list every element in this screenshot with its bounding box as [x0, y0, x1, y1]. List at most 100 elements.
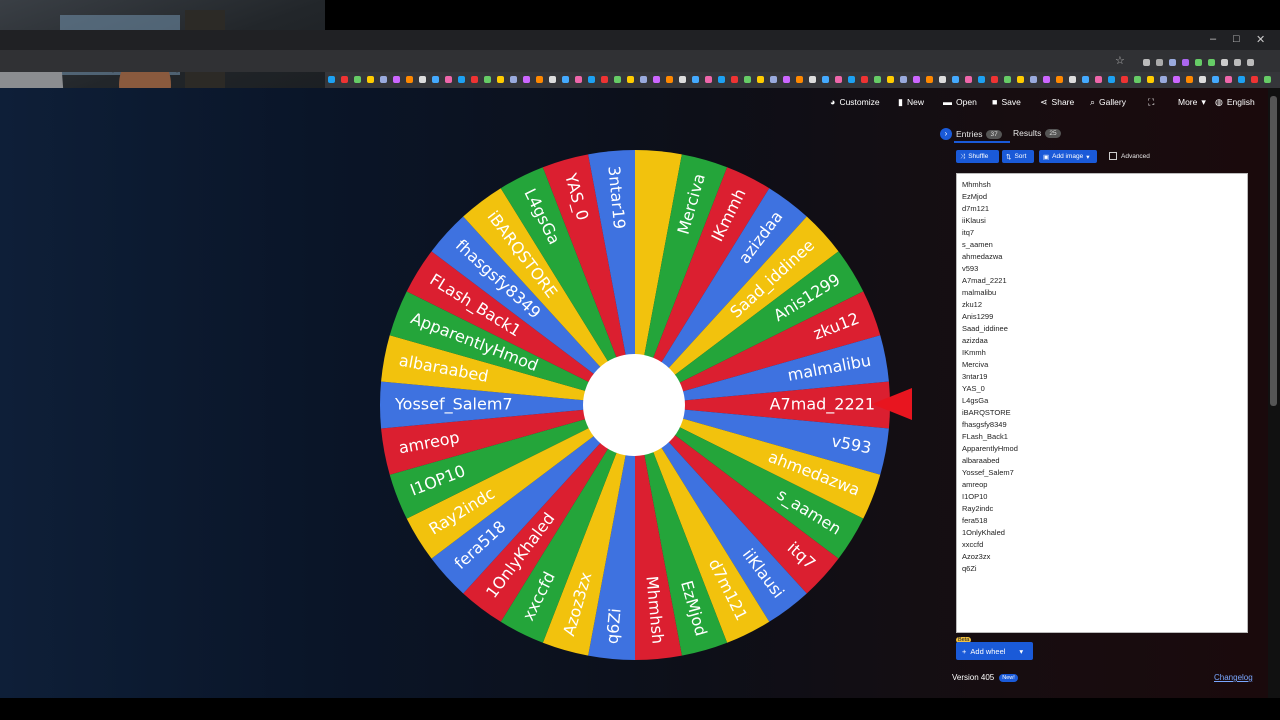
- page-scrollbar-thumb[interactable]: [1270, 96, 1277, 406]
- chevron-right-icon[interactable]: ›: [940, 128, 952, 140]
- minimize-icon[interactable]: –: [1210, 33, 1216, 45]
- bookmark-icon[interactable]: [614, 76, 621, 83]
- bookmark-icon[interactable]: [1186, 76, 1193, 83]
- bookmark-icon[interactable]: [1199, 76, 1206, 83]
- bookmark-icon[interactable]: [991, 76, 998, 83]
- bookmark-icon[interactable]: [653, 76, 660, 83]
- bookmark-icon[interactable]: [510, 76, 517, 83]
- checkbox-box[interactable]: [1109, 152, 1117, 160]
- new-button[interactable]: ▮ New: [898, 92, 924, 112]
- bookmark-icon[interactable]: [796, 76, 803, 83]
- bookmark-icon[interactable]: [705, 76, 712, 83]
- bookmark-icon[interactable]: [575, 76, 582, 83]
- bookmark-icon[interactable]: [926, 76, 933, 83]
- bookmark-icon[interactable]: [1173, 76, 1180, 83]
- add-wheel-button[interactable]: + Add wheel ▾: [956, 642, 1033, 660]
- bookmark-icon[interactable]: [1004, 76, 1011, 83]
- bookmark-icon[interactable]: [874, 76, 881, 83]
- bookmark-icon[interactable]: [835, 76, 842, 83]
- bookmark-icon[interactable]: [588, 76, 595, 83]
- bookmark-icon[interactable]: [978, 76, 985, 83]
- bookmark-icon[interactable]: [718, 76, 725, 83]
- bookmark-icon[interactable]: [913, 76, 920, 83]
- bookmark-icon[interactable]: [861, 76, 868, 83]
- bookmark-icon[interactable]: [380, 76, 387, 83]
- bookmark-icon[interactable]: [1082, 76, 1089, 83]
- tab-entries[interactable]: › Entries 37: [940, 128, 1002, 140]
- bookmark-icon[interactable]: [471, 76, 478, 83]
- bookmark-icon[interactable]: [627, 76, 634, 83]
- spin-wheel[interactable]: A7mad_2221v593ahmedazwas_aamenitq7iiKlau…: [380, 150, 890, 660]
- bookmark-icon[interactable]: [445, 76, 452, 83]
- fullscreen-button[interactable]: ⛶: [1148, 92, 1154, 112]
- bookmark-icon[interactable]: [1056, 76, 1063, 83]
- bookmark-icon[interactable]: [783, 76, 790, 83]
- bookmark-icon[interactable]: [1134, 76, 1141, 83]
- bookmark-icon[interactable]: [523, 76, 530, 83]
- bookmark-icon[interactable]: [601, 76, 608, 83]
- bookmark-icon[interactable]: [393, 76, 400, 83]
- gallery-button[interactable]: ⌕ Gallery: [1090, 92, 1126, 112]
- bookmark-icon[interactable]: [1212, 76, 1219, 83]
- bookmark-icon[interactable]: [744, 76, 751, 83]
- bookmark-icon[interactable]: [1017, 76, 1024, 83]
- customize-button[interactable]: ◕ Customize: [830, 92, 880, 112]
- more-button[interactable]: More ▾: [1178, 92, 1206, 112]
- bookmark-icon[interactable]: [1095, 76, 1102, 83]
- bookmark-icon[interactable]: [1251, 76, 1258, 83]
- bookmark-icon[interactable]: [939, 76, 946, 83]
- bookmark-icon[interactable]: [1225, 76, 1232, 83]
- shuffle-button[interactable]: ⤨ Shuffle: [956, 150, 999, 163]
- bookmark-icon[interactable]: [367, 76, 374, 83]
- bookmark-icon[interactable]: [419, 76, 426, 83]
- advanced-checkbox[interactable]: Advanced: [1109, 152, 1150, 160]
- bookmark-icon[interactable]: [1147, 76, 1154, 83]
- bookmark-icon[interactable]: [406, 76, 413, 83]
- bookmark-icon[interactable]: [1030, 76, 1037, 83]
- bookmark-icon[interactable]: [497, 76, 504, 83]
- add-image-button[interactable]: ▣ Add image ▾: [1039, 150, 1097, 163]
- bookmark-icon[interactable]: [536, 76, 543, 83]
- bookmark-icon[interactable]: [757, 76, 764, 83]
- bookmark-icon[interactable]: [952, 76, 959, 83]
- close-icon[interactable]: ✕: [1256, 33, 1265, 46]
- bookmark-icon[interactable]: [432, 76, 439, 83]
- wheel-center[interactable]: [583, 354, 685, 456]
- bookmark-icon[interactable]: [640, 76, 647, 83]
- star-icon[interactable]: ☆: [1115, 54, 1125, 67]
- sort-button[interactable]: ⇅ Sort: [1002, 150, 1034, 163]
- maximize-icon[interactable]: □: [1233, 33, 1240, 45]
- bookmark-icon[interactable]: [1121, 76, 1128, 83]
- bookmark-icon[interactable]: [770, 76, 777, 83]
- language-button[interactable]: ◍ English: [1215, 92, 1255, 112]
- tab-results[interactable]: Results 25: [1013, 128, 1061, 138]
- bookmark-icon[interactable]: [887, 76, 894, 83]
- bookmark-icon[interactable]: [965, 76, 972, 83]
- bookmark-icon[interactable]: [341, 76, 348, 83]
- bookmark-icon[interactable]: [1043, 76, 1050, 83]
- changelog-link[interactable]: Changelog: [1214, 673, 1253, 682]
- bookmark-icon[interactable]: [458, 76, 465, 83]
- bookmark-icon[interactable]: [679, 76, 686, 83]
- bookmark-icon[interactable]: [809, 76, 816, 83]
- bookmark-icon[interactable]: [1108, 76, 1115, 83]
- bookmark-icon[interactable]: [1069, 76, 1076, 83]
- bookmark-icon[interactable]: [1160, 76, 1167, 83]
- address-bar[interactable]: ☆: [0, 50, 1280, 72]
- bookmark-icon[interactable]: [328, 76, 335, 83]
- bookmark-icon[interactable]: [1264, 76, 1271, 83]
- save-button[interactable]: ■ Save: [992, 92, 1021, 112]
- bookmark-icon[interactable]: [692, 76, 699, 83]
- bookmark-icon[interactable]: [822, 76, 829, 83]
- bookmark-icon[interactable]: [731, 76, 738, 83]
- bookmark-icon[interactable]: [1238, 76, 1245, 83]
- bookmark-icon[interactable]: [354, 76, 361, 83]
- bookmark-icon[interactable]: [666, 76, 673, 83]
- bookmark-icon[interactable]: [549, 76, 556, 83]
- bookmark-icon[interactable]: [562, 76, 569, 83]
- entries-textarea[interactable]: Mhmhsh EzMjod d7m121 iiKlausi itq7 s_aamen ahm…: [956, 173, 1248, 633]
- open-button[interactable]: ▬ Open: [943, 92, 977, 112]
- bookmark-icon[interactable]: [848, 76, 855, 83]
- bookmark-icon[interactable]: [900, 76, 907, 83]
- share-button[interactable]: ⋖ Share: [1040, 92, 1074, 112]
